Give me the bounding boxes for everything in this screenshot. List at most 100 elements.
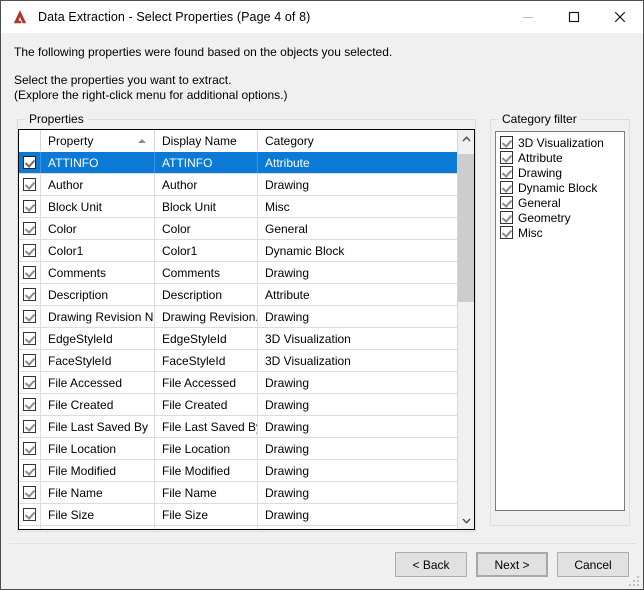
row-checkbox[interactable] — [23, 464, 36, 477]
instruction-line-3: (Explore the right-click menu for additi… — [14, 88, 288, 102]
row-checkbox-cell[interactable] — [19, 504, 41, 525]
cell-display-name: Description — [155, 284, 258, 305]
table-row[interactable]: File Last Saved By File Last Saved By Draw… — [19, 416, 458, 438]
row-checkbox[interactable] — [23, 310, 36, 323]
row-checkbox-cell[interactable] — [19, 306, 41, 327]
category-filter-checkbox[interactable] — [500, 181, 513, 194]
cell-property: Author — [41, 174, 155, 195]
cell-display-name: Comments — [155, 262, 258, 283]
cell-property: File Modified — [41, 460, 155, 481]
row-checkbox[interactable] — [23, 244, 36, 257]
row-checkbox-cell[interactable] — [19, 350, 41, 371]
row-checkbox[interactable] — [23, 156, 36, 169]
column-header-category[interactable]: Category — [258, 130, 458, 151]
table-row[interactable]: Block Unit Block Unit Misc — [19, 196, 458, 218]
row-checkbox[interactable] — [23, 486, 36, 499]
table-row[interactable]: Description Description Attribute — [19, 284, 458, 306]
category-filter-checkbox[interactable] — [500, 226, 513, 239]
category-filter-checkbox[interactable] — [500, 211, 513, 224]
row-checkbox-cell[interactable] — [19, 416, 41, 437]
category-filter-checkbox[interactable] — [500, 166, 513, 179]
category-filter-item[interactable]: Dynamic Block — [496, 180, 624, 195]
cell-property: Color1 — [41, 240, 155, 261]
row-checkbox[interactable] — [23, 222, 36, 235]
next-button[interactable]: Next > — [476, 552, 548, 577]
category-filter-item[interactable]: General — [496, 195, 624, 210]
scrollbar-thumb[interactable] — [458, 154, 474, 302]
category-filter-item[interactable]: 3D Visualization — [496, 135, 624, 150]
category-filter-item[interactable]: Drawing — [496, 165, 624, 180]
row-checkbox[interactable] — [23, 200, 36, 213]
row-checkbox-cell[interactable] — [19, 196, 41, 217]
row-checkbox[interactable] — [23, 354, 36, 367]
row-checkbox[interactable] — [23, 398, 36, 411]
cell-property: File Name — [41, 482, 155, 503]
column-header-display-name[interactable]: Display Name — [155, 130, 258, 151]
row-checkbox-cell[interactable] — [19, 372, 41, 393]
row-checkbox-cell[interactable] — [19, 328, 41, 349]
table-row[interactable]: File Size File Size Drawing — [19, 504, 458, 526]
category-filter-item[interactable]: Geometry — [496, 210, 624, 225]
row-checkbox-cell[interactable] — [19, 394, 41, 415]
category-filter-item[interactable]: Misc — [496, 225, 624, 240]
row-checkbox-cell[interactable] — [19, 240, 41, 261]
row-checkbox[interactable] — [23, 376, 36, 389]
cell-display-name: Color1 — [155, 240, 258, 261]
scroll-up-button[interactable] — [458, 130, 474, 147]
row-checkbox[interactable] — [23, 288, 36, 301]
table-row[interactable]: Drawing Revision N... Drawing Revision...… — [19, 306, 458, 328]
resize-grip[interactable] — [627, 574, 639, 586]
row-checkbox[interactable] — [23, 178, 36, 191]
row-checkbox[interactable] — [23, 442, 36, 455]
row-checkbox-cell[interactable] — [19, 218, 41, 239]
row-checkbox[interactable] — [23, 420, 36, 433]
column-header-checkbox[interactable] — [19, 130, 41, 151]
cell-display-name: File Location — [155, 438, 258, 459]
cell-empty — [19, 526, 41, 529]
table-row[interactable]: Color1 Color1 Dynamic Block — [19, 240, 458, 262]
category-filter-list[interactable]: 3D Visualization Attribute Drawing Dynamic … — [495, 131, 625, 511]
table-row[interactable]: File Modified File Modified Drawing — [19, 460, 458, 482]
properties-grid[interactable]: Property Display Name Category ATTINFO AT… — [18, 129, 475, 530]
footer-separator — [9, 542, 635, 544]
category-filter-item[interactable]: Attribute — [496, 150, 624, 165]
minimize-button[interactable] — [505, 1, 551, 32]
row-checkbox-cell[interactable] — [19, 152, 41, 173]
row-checkbox-cell[interactable] — [19, 482, 41, 503]
table-row[interactable]: File Accessed File Accessed Drawing — [19, 372, 458, 394]
close-button[interactable] — [597, 1, 643, 32]
table-row-partial[interactable] — [19, 526, 458, 529]
category-filter-checkbox[interactable] — [500, 151, 513, 164]
table-row[interactable]: ATTINFO ATTINFO Attribute — [19, 152, 458, 174]
category-filter-item-label: Misc — [518, 225, 543, 240]
row-checkbox[interactable] — [23, 266, 36, 279]
category-filter-checkbox[interactable] — [500, 136, 513, 149]
table-row[interactable]: File Location File Location Drawing — [19, 438, 458, 460]
autocad-a-icon — [11, 8, 29, 26]
row-checkbox-cell[interactable] — [19, 438, 41, 459]
properties-grid-scrollbar[interactable] — [457, 130, 474, 529]
column-header-property[interactable]: Property — [41, 130, 155, 151]
cell-category: 3D Visualization — [265, 353, 351, 368]
cancel-button[interactable]: Cancel — [557, 552, 629, 577]
scroll-down-button[interactable] — [458, 512, 474, 529]
table-row[interactable]: Comments Comments Drawing — [19, 262, 458, 284]
category-filter-checkbox[interactable] — [500, 196, 513, 209]
properties-grid-body: ATTINFO ATTINFO Attribute Author Author Drawi… — [19, 152, 458, 529]
row-checkbox-cell[interactable] — [19, 262, 41, 283]
table-row[interactable]: FaceStyleId FaceStyleId 3D Visualization — [19, 350, 458, 372]
maximize-button[interactable] — [551, 1, 597, 32]
row-checkbox-cell[interactable] — [19, 174, 41, 195]
row-checkbox-cell[interactable] — [19, 284, 41, 305]
row-checkbox-cell[interactable] — [19, 460, 41, 481]
table-row[interactable]: File Name File Name Drawing — [19, 482, 458, 504]
row-checkbox[interactable] — [23, 332, 36, 345]
table-row[interactable]: Author Author Drawing — [19, 174, 458, 196]
row-checkbox[interactable] — [23, 508, 36, 521]
table-row[interactable]: Color Color General — [19, 218, 458, 240]
table-row[interactable]: EdgeStyleId EdgeStyleId 3D Visualization — [19, 328, 458, 350]
cell-display-name: Author — [155, 174, 258, 195]
cell-display-name: ATTINFO — [155, 152, 258, 173]
table-row[interactable]: File Created File Created Drawing — [19, 394, 458, 416]
back-button[interactable]: < Back — [395, 552, 467, 577]
